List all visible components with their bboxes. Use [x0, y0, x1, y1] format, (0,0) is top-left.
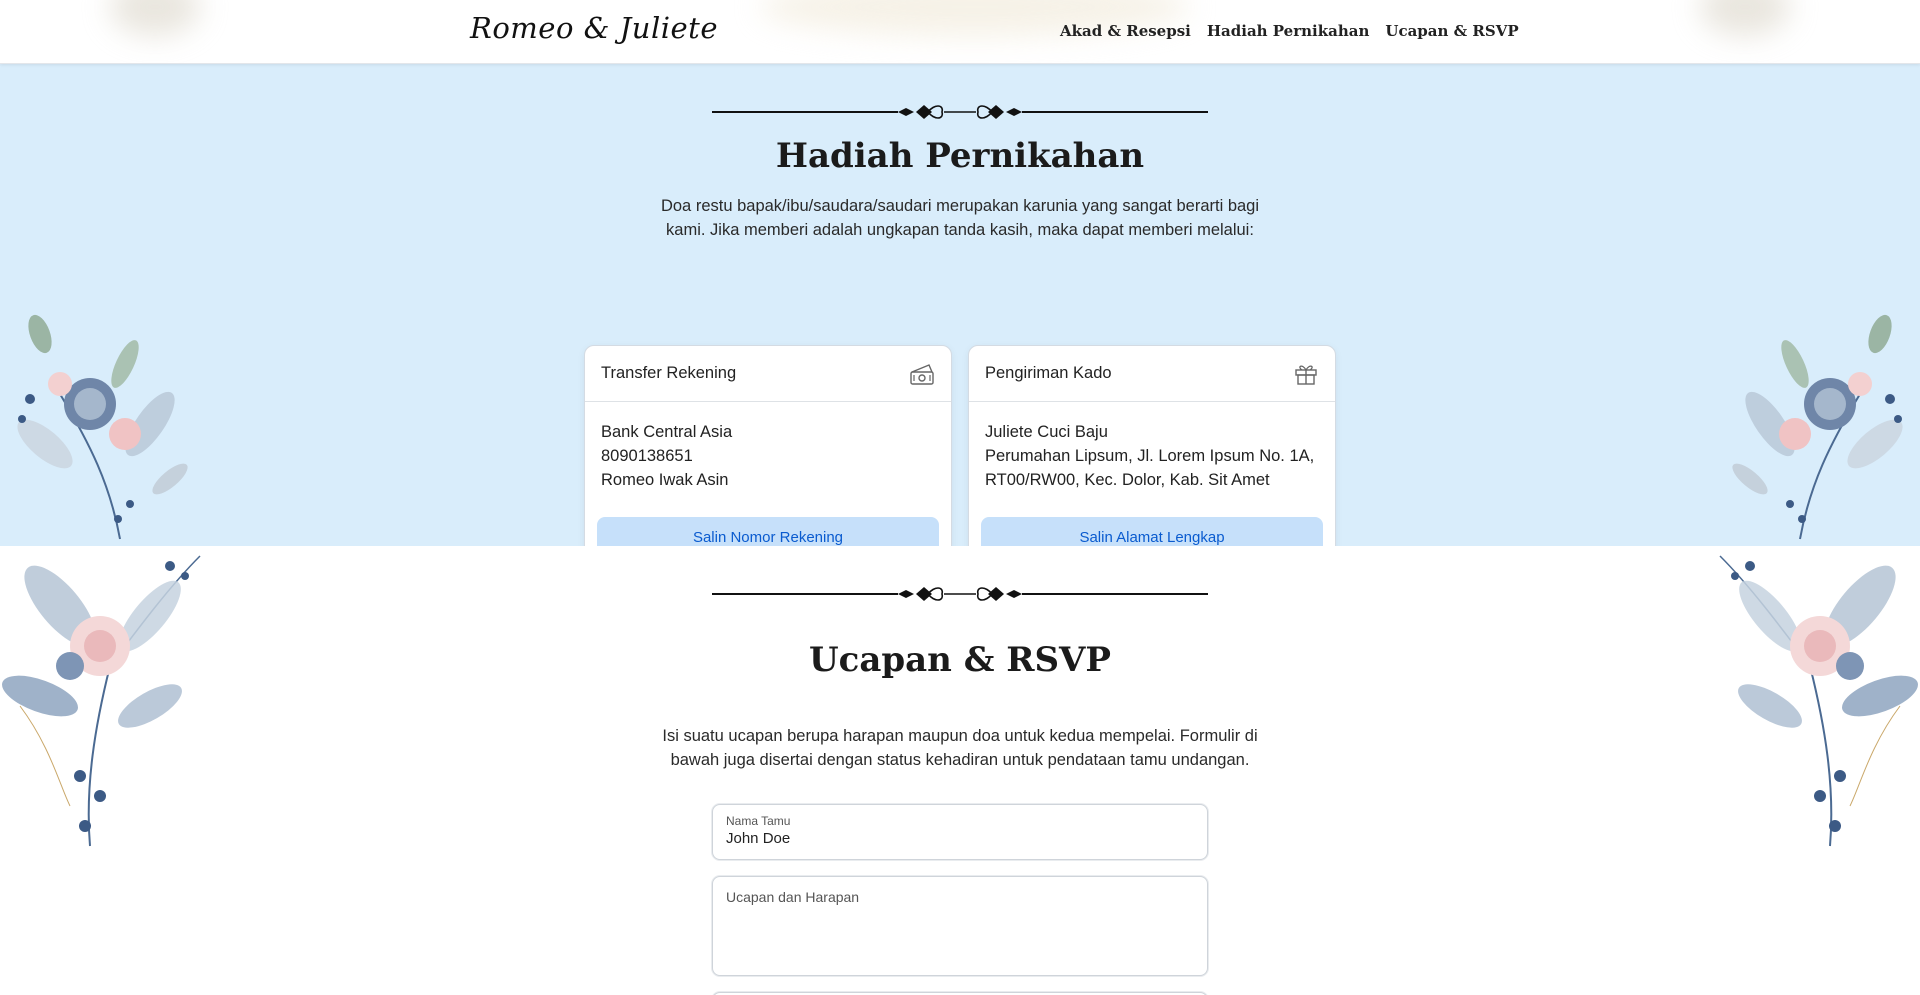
brand-logo[interactable]: Romeo & Juliete [470, 11, 718, 45]
money-icon [909, 361, 935, 387]
floral-decoration-right [1732, 314, 1903, 540]
floral-decoration-left [17, 314, 188, 540]
guest-name-input[interactable] [726, 830, 1186, 847]
ornament-divider [712, 105, 1208, 119]
nav-link-ucapan-rsvp[interactable]: Ucapan & RSVP [1385, 22, 1518, 40]
message-label: Ucapan dan Harapan [726, 889, 860, 905]
nav-link-akad-resepsi[interactable]: Akad & Resepsi [1060, 22, 1191, 40]
floral-decoration-right [1719, 555, 1918, 847]
guest-name-label: Nama Tamu [726, 814, 791, 828]
guest-name-field[interactable]: Nama Tamu [712, 804, 1208, 860]
shipping-address: Perumahan Lipsum, Jl. Lorem Ipsum No. 1A… [985, 447, 1315, 489]
ornament-divider [712, 587, 1208, 601]
nav-background-blur [1700, 0, 1790, 36]
rsvp-section: Ucapan & RSVP Isi suatu ucapan berupa ha… [0, 546, 1920, 995]
transfer-card-title: Transfer Rekening [601, 364, 737, 382]
rsvp-section-title: Ucapan & RSVP [808, 640, 1112, 680]
account-name: Romeo Iwak Asin [601, 471, 729, 489]
gift-section-description: Doa restu bapak/ibu/saudara/saudari meru… [660, 197, 1260, 239]
transfer-card: Transfer Rekening Bank Central Asia 8090… [584, 345, 952, 570]
rsvp-section-description: Isi suatu ucapan berupa harapan maupun d… [662, 727, 1258, 769]
navbar: Romeo & Juliete Akad & Resepsi Hadiah Pe… [0, 0, 1920, 64]
gift-section: Hadiah Pernikahan Doa restu bapak/ibu/sa… [0, 64, 1920, 570]
recipient-name: Juliete Cuci Baju [985, 423, 1108, 441]
nav-background-blur [110, 0, 200, 36]
gift-section-title: Hadiah Pernikahan [775, 136, 1145, 176]
gift-icon [1293, 361, 1319, 387]
shipping-card: Pengiriman Kado Juliete Cuci Baju Peruma… [968, 345, 1336, 570]
account-number: 8090138651 [601, 447, 693, 465]
floral-decoration-left [2, 555, 201, 847]
bank-name: Bank Central Asia [601, 423, 733, 441]
nav-links: Akad & Resepsi Hadiah Pernikahan Ucapan … [1060, 22, 1519, 40]
message-field[interactable]: Ucapan dan Harapan [712, 876, 1208, 976]
nav-link-hadiah-pernikahan[interactable]: Hadiah Pernikahan [1207, 22, 1370, 40]
shipping-card-title: Pengiriman Kado [985, 364, 1112, 382]
